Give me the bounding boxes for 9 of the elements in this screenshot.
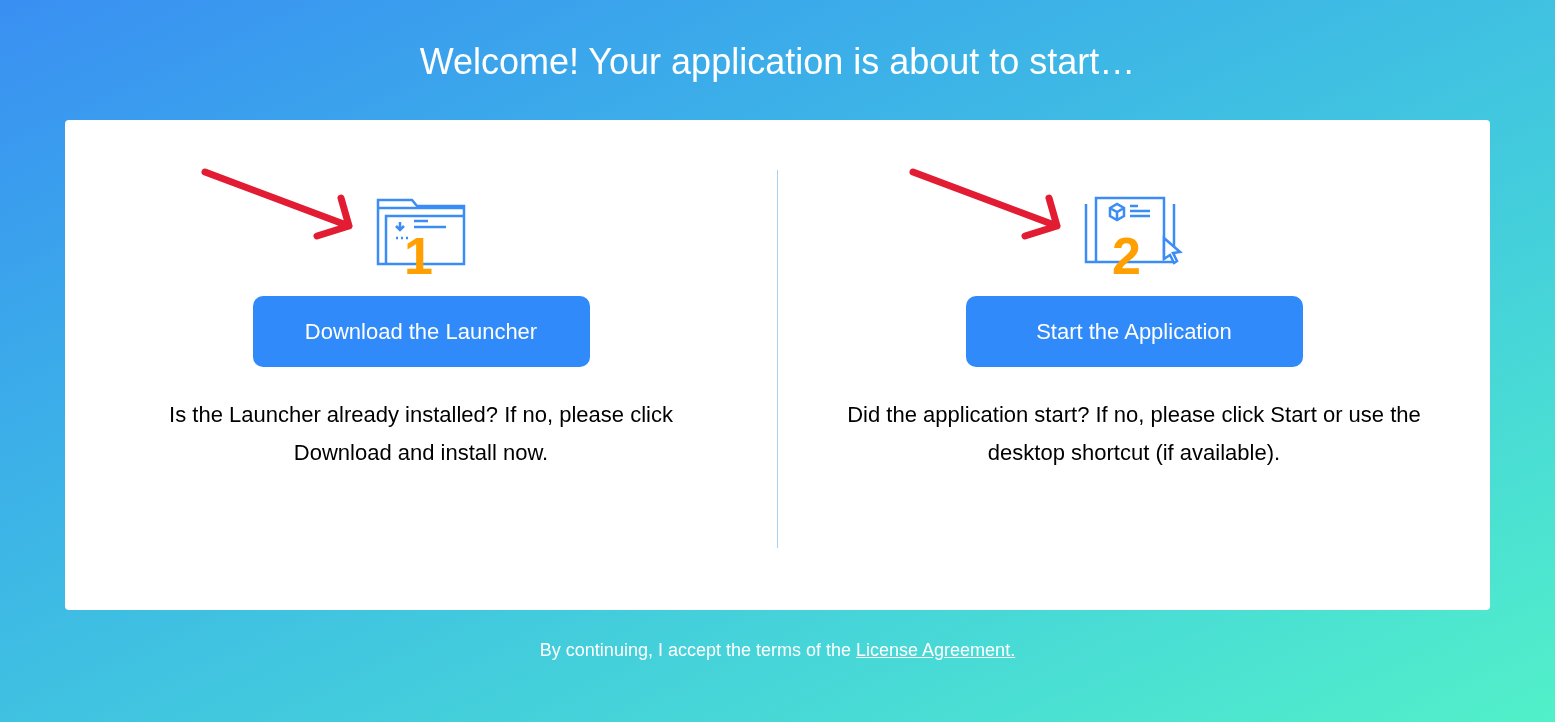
download-button[interactable]: Download the Launcher <box>252 296 590 367</box>
license-link[interactable]: License Agreement. <box>856 640 1016 660</box>
license-notice: By continuing, I accept the terms of the <box>539 640 851 660</box>
step-description: Did the application start? If no, please click Start or use the desktop shortcut (if available). <box>846 401 1422 467</box>
arrow-icon <box>201 168 356 240</box>
page-heading: Welcome! Your application is about to start… <box>419 40 1136 84</box>
start-button[interactable]: Start the Application <box>965 296 1303 367</box>
step-description: Is the Launcher already installed? If no, please click Download and install now. <box>168 401 674 467</box>
arrow-icon <box>909 168 1064 240</box>
